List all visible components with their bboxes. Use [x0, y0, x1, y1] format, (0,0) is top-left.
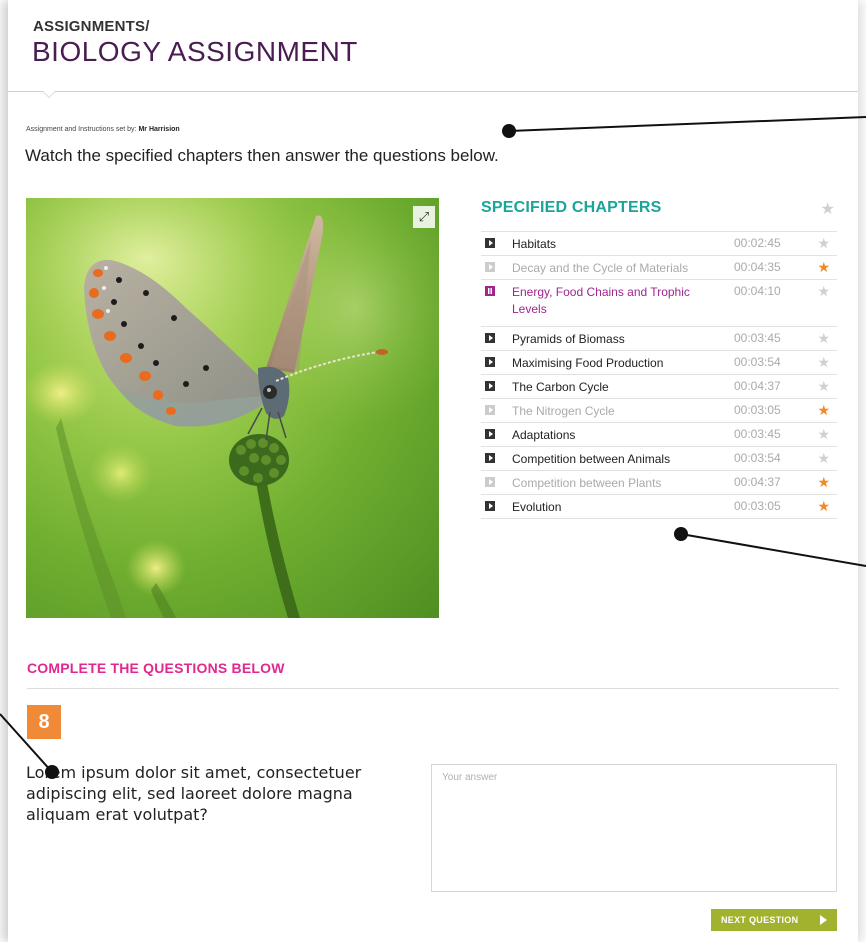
star-icon[interactable]: ★: [817, 235, 830, 252]
play-icon[interactable]: [485, 262, 495, 272]
breadcrumb[interactable]: ASSIGNMENTS/: [33, 18, 150, 35]
play-icon[interactable]: [485, 429, 495, 439]
chapter-title[interactable]: Pyramids of Biomass: [512, 331, 712, 348]
question-number-badge: 8: [27, 705, 61, 739]
chapter-duration: 00:03:54: [734, 451, 781, 465]
star-icon[interactable]: ★: [817, 354, 830, 371]
question-text: Lorem ipsum dolor sit amet, consectetuer…: [26, 763, 362, 824]
play-icon[interactable]: [485, 238, 495, 248]
star-icon[interactable]: ★: [817, 283, 830, 300]
star-icon[interactable]: ★: [817, 402, 830, 419]
chapter-title[interactable]: Competition between Animals: [512, 451, 712, 468]
play-icon[interactable]: [485, 477, 495, 487]
play-icon[interactable]: [485, 381, 495, 391]
star-icon[interactable]: ★: [820, 199, 835, 219]
set-by-line: Assignment and Instructions set by: Mr H…: [26, 126, 180, 133]
next-question-button[interactable]: NEXT QUESTION: [711, 909, 837, 931]
answer-input[interactable]: [431, 764, 837, 892]
chapter-row[interactable]: Decay and the Cycle of Materials 00:04:35…: [481, 256, 837, 280]
assignment-page: ASSIGNMENTS/ BIOLOGY ASSIGNMENT Assignme…: [8, 0, 858, 942]
star-icon[interactable]: ★: [817, 378, 830, 395]
chapter-list: Habitats 00:02:45 ★ Decay and the Cycle of …: [481, 231, 837, 519]
chapter-title[interactable]: Decay and the Cycle of Materials: [512, 260, 712, 277]
chapters-heading: SPECIFIED CHAPTERS ★: [481, 199, 837, 221]
chapter-row[interactable]: Adaptations 00:03:45 ★: [481, 423, 837, 447]
chapter-duration: 00:03:45: [734, 331, 781, 345]
chapter-title[interactable]: Habitats: [512, 236, 712, 253]
play-icon[interactable]: [485, 357, 495, 367]
chapter-duration: 00:03:05: [734, 403, 781, 417]
play-icon[interactable]: [485, 453, 495, 463]
chapter-row[interactable]: Energy, Food Chains and Trophic Levels 00…: [481, 280, 837, 327]
specified-chapters-panel: SPECIFIED CHAPTERS ★ Habitats 00:02:45 ★ De…: [481, 199, 837, 519]
header-divider: [8, 91, 858, 92]
chapter-title[interactable]: Competition between Plants: [512, 475, 712, 492]
chapter-row[interactable]: The Carbon Cycle 00:04:37 ★: [481, 375, 837, 399]
chapter-duration: 00:04:37: [734, 379, 781, 393]
chapter-row[interactable]: Habitats 00:02:45 ★: [481, 232, 837, 256]
chapter-row[interactable]: Competition between Plants 00:04:37 ★: [481, 471, 837, 495]
chapter-duration: 00:02:45: [734, 236, 781, 250]
chapter-duration: 00:04:35: [734, 260, 781, 274]
questions-divider: [27, 688, 839, 689]
chapter-title[interactable]: The Nitrogen Cycle: [512, 403, 712, 420]
star-icon[interactable]: ★: [817, 330, 830, 347]
chapter-duration: 00:04:37: [734, 475, 781, 489]
star-icon[interactable]: ★: [817, 426, 830, 443]
questions-heading: COMPLETE THE QUESTIONS BELOW: [27, 660, 285, 676]
star-icon[interactable]: ★: [817, 259, 830, 276]
expand-icon[interactable]: ⤢: [413, 206, 435, 228]
star-icon[interactable]: ★: [817, 498, 830, 515]
chapter-row[interactable]: Maximising Food Production 00:03:54 ★: [481, 351, 837, 375]
play-arrow-icon: [820, 915, 827, 925]
pause-icon[interactable]: [485, 286, 495, 296]
play-icon[interactable]: [485, 501, 495, 511]
chapter-duration: 00:03:45: [734, 427, 781, 441]
chapter-title[interactable]: The Carbon Cycle: [512, 379, 712, 396]
butterfly-illustration: [26, 198, 439, 618]
chapter-duration: 00:03:54: [734, 355, 781, 369]
star-icon[interactable]: ★: [817, 474, 830, 491]
chapter-duration: 00:04:10: [734, 284, 781, 298]
chapter-title[interactable]: Maximising Food Production: [512, 355, 712, 372]
play-icon[interactable]: [485, 405, 495, 415]
assignment-instructions: Watch the specified chapters then answer…: [25, 146, 499, 165]
set-by-teacher: Mr Harrision: [138, 126, 180, 133]
next-question-label: NEXT QUESTION: [721, 915, 799, 925]
chapter-title[interactable]: Energy, Food Chains and Trophic Levels: [512, 284, 712, 318]
chapter-row[interactable]: The Nitrogen Cycle 00:03:05 ★: [481, 399, 837, 423]
chapters-heading-label: SPECIFIED CHAPTERS: [481, 199, 662, 216]
chapter-row[interactable]: Evolution 00:03:05 ★: [481, 495, 837, 519]
star-icon[interactable]: ★: [817, 450, 830, 467]
play-icon[interactable]: [485, 333, 495, 343]
butterfly-photo: ⤢: [26, 198, 439, 618]
chapter-row[interactable]: Competition between Animals 00:03:54 ★: [481, 447, 837, 471]
chapter-title[interactable]: Evolution: [512, 499, 712, 516]
chapter-row[interactable]: Pyramids of Biomass 00:03:45 ★: [481, 327, 837, 351]
page-title: BIOLOGY ASSIGNMENT: [32, 36, 358, 67]
set-by-label: Assignment and Instructions set by:: [26, 126, 137, 133]
chapter-duration: 00:03:05: [734, 499, 781, 513]
chapter-title[interactable]: Adaptations: [512, 427, 712, 444]
